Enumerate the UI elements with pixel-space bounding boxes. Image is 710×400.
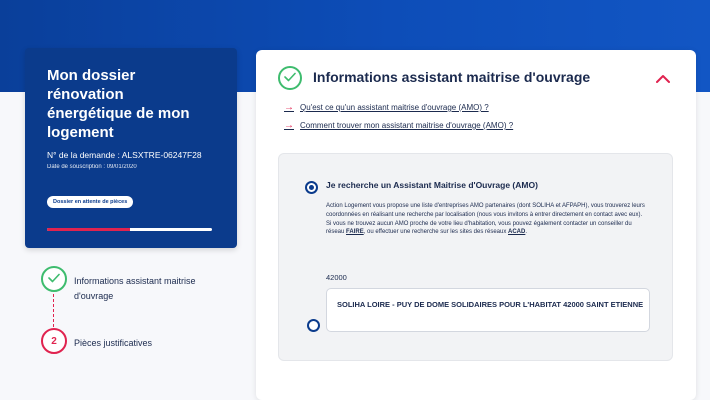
amo-description: Action Logement vous propose une liste d… <box>326 202 651 237</box>
step-1-label[interactable]: Informations assistant maitrise d'ouvrag… <box>74 274 224 304</box>
arrow-right-icon: → <box>284 102 294 113</box>
postcode-value: 42000 <box>326 273 347 282</box>
dossier-card: Mon dossier rénovation énergétique de mo… <box>25 48 237 248</box>
step-2-label[interactable]: Pièces justificatives <box>74 336 152 351</box>
amo-desc-end: . <box>525 229 528 236</box>
dossier-progress-fill <box>47 228 130 231</box>
dossier-title: Mon dossier rénovation énergétique de mo… <box>47 67 190 141</box>
amo-section-card: Informations assistant maitrise d'ouvrag… <box>256 50 696 400</box>
status-badge: Dossier en attente de pièces <box>47 196 134 208</box>
collapse-button[interactable] <box>652 70 674 88</box>
amo-desc-networks: , ou effectuer une recherche sur les sit… <box>363 229 507 236</box>
section-complete-status <box>278 66 302 90</box>
amo-result-radio[interactable] <box>307 319 320 332</box>
faire-link[interactable]: FAIRE <box>346 229 364 235</box>
check-icon <box>284 69 296 87</box>
chevron-up-icon <box>656 70 670 88</box>
step-1-status <box>41 266 67 292</box>
section-title: Informations assistant maitrise d'ouvrag… <box>313 69 591 85</box>
dossier-progress-bar <box>47 228 212 231</box>
help-link-label: Comment trouver mon assistant maitrise d… <box>300 121 514 130</box>
amo-desc-partners: Action Logement vous propose une liste d… <box>326 203 645 218</box>
amo-result-card[interactable]: SOLIHA LOIRE - PUY DE DOME SOLIDAIRES PO… <box>326 288 650 332</box>
acad-link[interactable]: ACAD <box>508 229 525 235</box>
check-icon <box>48 270 60 288</box>
request-number: N° de la demande : ALSXTRE-06247F28 <box>47 150 202 160</box>
subscription-date: Date de souscription : 09/01/2020 <box>47 164 137 170</box>
help-link-label: Qu'est ce qu'un assistant maitrise d'ouv… <box>300 103 489 112</box>
search-amo-label[interactable]: Je recherche un Assistant Maitrise d'Ouv… <box>326 180 538 190</box>
help-link-what-is-amo[interactable]: → Qu'est ce qu'un assistant maitrise d'o… <box>284 102 489 113</box>
step-connector <box>53 294 54 327</box>
step-2-number: 2 <box>41 328 67 354</box>
search-amo-radio[interactable] <box>305 181 318 194</box>
arrow-right-icon: → <box>284 120 294 131</box>
help-link-find-amo[interactable]: → Comment trouver mon assistant maitrise… <box>284 120 513 131</box>
steps-list: Informations assistant maitrise d'ouvrag… <box>41 266 241 366</box>
amo-option-box: Je recherche un Assistant Maitrise d'Ouv… <box>278 153 673 361</box>
